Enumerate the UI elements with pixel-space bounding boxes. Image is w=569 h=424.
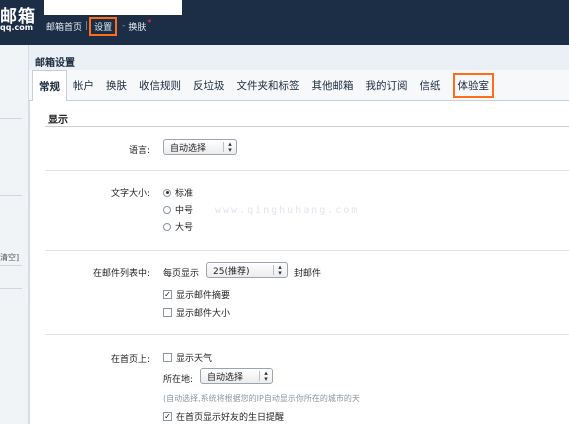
option-label: 大号 [175,223,194,233]
radio-button[interactable] [163,188,171,197]
font-size-label: 文字大小: [110,189,150,199]
font-size-medium-option[interactable]: 中号 [163,203,193,216]
section-title: 显示 [48,115,68,126]
tab-stationery[interactable]: 信纸 [414,70,447,101]
sidebar-divider [0,265,22,266]
row-divider [45,334,569,335]
show-size-option[interactable]: 显示邮件大小 [163,306,230,319]
tab-general[interactable]: 常规 [32,70,67,102]
left-sidebar: 清空] [0,45,29,424]
sidebar-divider [0,195,22,196]
account-name-box[interactable] [44,0,182,15]
per-page-prefix: 每页显示 [163,269,200,279]
tab-skin[interactable]: 换肤 [100,70,133,101]
language-select[interactable]: 自动选择 ▴ ▾ [163,139,237,155]
settings-tabs: 常规 帐户 换肤 收信规则 反垃圾 文件夹和标签 其他邮箱 我的订阅 信纸 体验… [29,70,569,102]
tab-labs-label: 体验室 [452,73,494,98]
per-page-select-value: 25(推荐) [213,266,250,277]
show-weather-option[interactable]: 显示天气 [163,351,212,364]
option-label: 在首页显示好友的生日提醒 [176,413,285,423]
nav-mail-home[interactable]: 邮箱首页 [46,20,82,33]
top-nav: 邮箱首页 | 设置 - 换肤 * [46,16,152,36]
show-summary-option[interactable]: ✓ 显示邮件摘要 [163,288,230,301]
select-divider [259,371,260,381]
tab-anti-spam[interactable]: 反垃圾 [187,70,231,101]
sidebar-empty-link[interactable]: 清空] [0,252,19,263]
top-header: 邮箱 qq.com 邮箱首页 | 设置 - 换肤 * [0,0,569,45]
sidebar-divider [0,288,22,289]
nav-separator: - [122,21,126,31]
option-label: 显示邮件摘要 [176,291,231,301]
option-label: 显示天气 [176,354,213,364]
updown-arrow-icon: ▴ ▾ [228,140,232,154]
per-page-suffix: 封邮件 [294,269,322,279]
tab-folders-labels[interactable]: 文件夹和标签 [231,70,306,101]
tab-subscriptions[interactable]: 我的订阅 [360,70,414,101]
settings-content: 显示 语言: 自动选择 ▴ ▾ 文字大小: 标准 中号 大号 在邮件列表中: 每页… [29,101,569,424]
location-select-value: 自动选择 [207,372,244,383]
checkbox[interactable] [163,308,172,317]
select-divider [273,265,274,275]
logo-domain: qq.com [0,23,34,32]
updown-arrow-icon: ▴ ▾ [278,263,282,277]
sidebar-divider [0,118,22,119]
nav-settings[interactable]: 设置 [89,16,118,36]
option-label: 标准 [175,189,194,199]
birthday-reminder-option[interactable]: ✓ 在首页显示好友的生日提醒 [163,410,284,423]
tab-inbox-rules[interactable]: 收信规则 [133,70,187,101]
language-label: 语言: [128,146,150,156]
page-title: 邮箱设置 [35,58,75,69]
option-label: 中号 [175,206,194,216]
checkbox-checked-icon[interactable]: ✓ [163,412,172,421]
location-note: (自动选择,系统将根据您的IP自动显示你所在的城市的天 [163,394,360,403]
option-label: 显示邮件大小 [176,309,231,319]
row-divider [45,250,569,251]
mail-list-label: 在邮件列表中: [92,269,150,279]
tab-labs[interactable]: 体验室 [447,70,501,101]
checkbox-checked-icon[interactable]: ✓ [163,290,172,299]
settings-header: 邮箱设置 [29,45,569,70]
radio-button[interactable] [163,205,171,214]
tab-other-mailboxes[interactable]: 其他邮箱 [306,70,360,101]
per-page-select[interactable]: 25(推荐) ▴ ▾ [206,262,288,278]
font-size-standard-option[interactable]: 标准 [163,186,193,199]
section-divider [45,126,569,127]
homepage-label: 在首页上: [110,355,150,365]
nav-skin[interactable]: 换肤 [128,20,146,33]
updown-arrow-icon: ▴ ▾ [264,369,268,383]
watermark: www.qinghuhang.com [215,205,360,216]
nav-separator: | [85,21,89,31]
font-size-large-option[interactable]: 大号 [163,220,193,233]
radio-button[interactable] [163,222,171,231]
location-label: 所在地: [163,375,194,385]
tab-accounts[interactable]: 帐户 [67,70,100,101]
language-select-value: 自动选择 [170,143,207,154]
row-divider [45,170,569,171]
select-divider [223,142,224,152]
checkbox[interactable] [163,353,172,362]
new-indicator-icon: * [147,17,152,27]
location-select[interactable]: 自动选择 ▴ ▾ [200,368,273,384]
